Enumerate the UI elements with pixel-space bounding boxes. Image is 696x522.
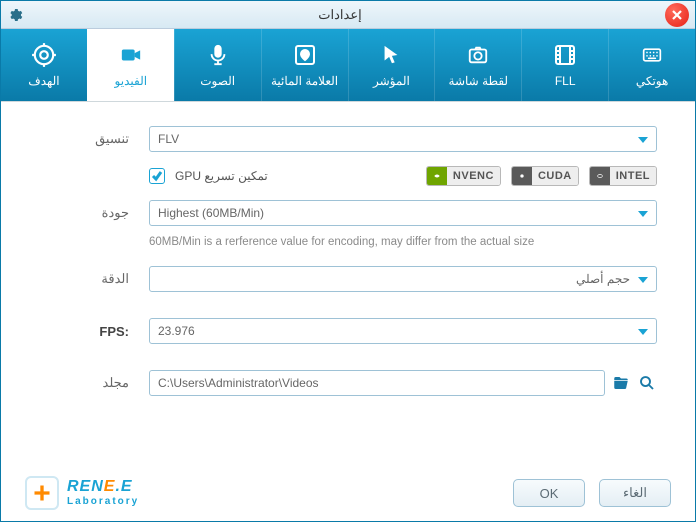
tab-video[interactable]: الفيديو bbox=[87, 29, 174, 101]
quality-value: Highest (60MB/Min) bbox=[158, 206, 264, 220]
brand-sub: Laboratory bbox=[67, 497, 139, 507]
quality-label: جودة bbox=[39, 205, 149, 221]
tab-label: الفيديو bbox=[115, 74, 148, 88]
tab-label: FLL bbox=[555, 74, 576, 88]
keyboard-icon bbox=[638, 42, 666, 68]
intel-icon bbox=[590, 167, 610, 185]
intel-badge: INTEL bbox=[589, 166, 657, 186]
quality-help: 60MB/Min is a rerference value for encod… bbox=[149, 232, 657, 248]
titlebar: إعدادات bbox=[1, 1, 695, 29]
open-folder-button[interactable] bbox=[611, 373, 631, 393]
window-title: إعدادات bbox=[318, 7, 361, 23]
cuda-icon bbox=[512, 167, 532, 185]
tab-cursor[interactable]: المؤشر bbox=[348, 29, 435, 101]
nvenc-badge: NVENC bbox=[426, 166, 501, 186]
cursor-icon bbox=[377, 42, 405, 68]
tab-label: لقطة شاشة bbox=[449, 74, 509, 88]
close-button[interactable] bbox=[665, 3, 689, 27]
target-icon bbox=[30, 42, 58, 68]
mic-icon bbox=[204, 42, 232, 68]
quality-select[interactable]: Highest (60MB/Min) bbox=[149, 200, 657, 226]
ok-button[interactable]: OK bbox=[513, 479, 585, 507]
check-icon bbox=[151, 170, 163, 182]
cancel-button[interactable]: الغاء bbox=[599, 479, 671, 507]
search-icon bbox=[638, 374, 656, 392]
tab-watermark[interactable]: العلامة المائية bbox=[261, 29, 348, 101]
gpu-enable-label: تمكين تسريع GPU bbox=[175, 169, 268, 183]
tab-target[interactable]: الهدف bbox=[1, 29, 87, 101]
footer: RENE.E Laboratory OK الغاء bbox=[1, 465, 695, 521]
folder-input[interactable]: C:\Users\Administrator\Videos bbox=[149, 370, 605, 396]
tab-hotkey[interactable]: هوتكي bbox=[608, 29, 695, 101]
tabs: الهدف الفيديو الصوت العلامة المائية المؤ… bbox=[1, 29, 695, 102]
resolution-label: الدقة bbox=[39, 271, 149, 287]
folder-icon bbox=[612, 374, 630, 392]
resolution-value: حجم أصلي bbox=[158, 272, 630, 286]
tab-label: العلامة المائية bbox=[271, 74, 338, 88]
camera-icon bbox=[464, 42, 492, 68]
tab-label: المؤشر bbox=[373, 74, 410, 88]
plus-icon bbox=[32, 483, 52, 503]
gear-icon bbox=[7, 7, 23, 23]
brand-logo: RENE.E Laboratory bbox=[25, 476, 139, 510]
brand-name: RENE.E bbox=[67, 479, 139, 495]
cuda-badge: CUDA bbox=[511, 166, 579, 186]
video-icon bbox=[117, 42, 145, 68]
format-label: تنسيق bbox=[39, 131, 149, 147]
film-icon bbox=[551, 42, 579, 68]
tab-screenshot[interactable]: لقطة شاشة bbox=[434, 29, 521, 101]
tab-label: الصوت bbox=[200, 74, 235, 88]
resolution-select[interactable]: حجم أصلي bbox=[149, 266, 657, 292]
folder-label: مجلد bbox=[39, 375, 149, 391]
fps-value: 23.976 bbox=[158, 324, 195, 338]
close-icon bbox=[671, 9, 683, 21]
fps-label: FPS: bbox=[39, 324, 149, 339]
fps-select[interactable]: 23.976 bbox=[149, 318, 657, 344]
nvidia-icon bbox=[427, 167, 447, 185]
tab-fll[interactable]: FLL bbox=[521, 29, 608, 101]
format-select[interactable]: FLV bbox=[149, 126, 657, 152]
gpu-checkbox[interactable] bbox=[149, 168, 165, 184]
folder-value: C:\Users\Administrator\Videos bbox=[158, 376, 319, 390]
settings-form: تنسيق FLV تمكين تسريع GPU NVENC bbox=[1, 102, 695, 465]
tab-label: هوتكي bbox=[636, 74, 669, 88]
tab-label: الهدف bbox=[28, 74, 59, 88]
watermark-icon bbox=[291, 42, 319, 68]
logo-mark bbox=[25, 476, 59, 510]
browse-button[interactable] bbox=[637, 373, 657, 393]
format-value: FLV bbox=[158, 132, 179, 146]
tab-audio[interactable]: الصوت bbox=[174, 29, 261, 101]
